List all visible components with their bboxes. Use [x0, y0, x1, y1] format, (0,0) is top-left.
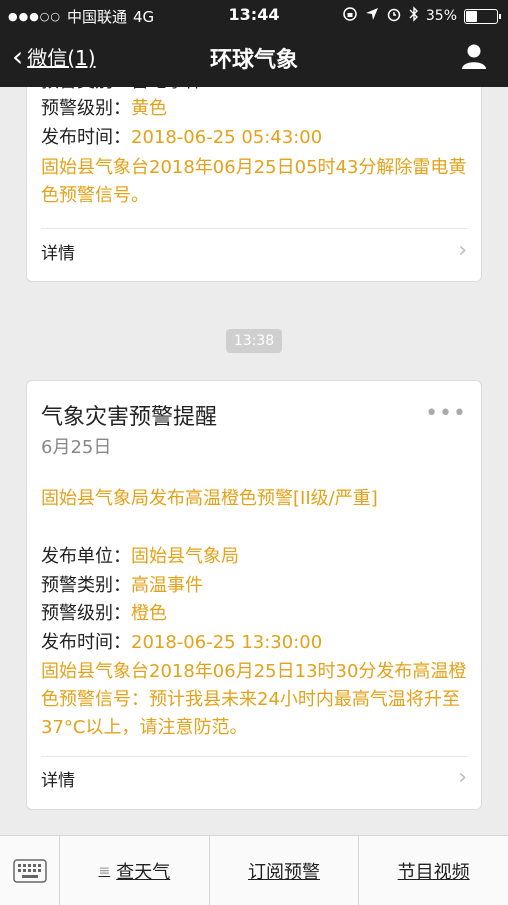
card-title: 气象灾害预警提醒	[41, 405, 218, 430]
menu-label: 查天气	[116, 861, 171, 883]
field-label: 预警级别：	[41, 603, 131, 624]
detail-label: 详情	[41, 771, 75, 791]
menu-videos[interactable]: 节目视频	[359, 836, 508, 905]
battery-icon	[464, 8, 501, 24]
more-options-icon[interactable]: •••	[425, 401, 467, 426]
person-icon	[462, 44, 486, 69]
field-label: 预警级别：	[41, 98, 131, 119]
field-label: 发布时间：	[41, 632, 131, 653]
alert-headline: 固始县气象局发布高温橙色预警[II级/严重]	[41, 488, 378, 509]
alarm-icon	[386, 6, 402, 26]
profile-button[interactable]	[460, 42, 488, 70]
detail-link[interactable]: 详情 ›	[41, 766, 467, 796]
message-list[interactable]: 预警类别：雷电事件 预警级别：黄色 发布时间：2018-06-25 05:43:…	[0, 87, 508, 835]
location-icon	[365, 7, 379, 25]
nav-bar: ‹ 微信(1) 环球气象	[0, 34, 508, 80]
menu-weather[interactable]: ≡ 查天气	[60, 836, 210, 905]
top-bar: ●●●○○ 中国联通 4G 13:44 35% ‹ 微信(1) 环球气象	[0, 0, 508, 87]
keyboard-toggle-button[interactable]	[0, 836, 60, 905]
chevron-right-icon: ›	[458, 765, 467, 790]
menu-label: 节目视频	[397, 861, 470, 883]
time-badge: 13:38	[226, 329, 282, 353]
field-row: 发布单位：固始县气象局	[41, 543, 239, 571]
field-row: 发布时间：2018-06-25 13:30:00	[41, 629, 322, 657]
status-bar: ●●●○○ 中国联通 4G 13:44 35%	[0, 0, 508, 30]
status-right: 35%	[342, 6, 501, 26]
alert-body: 固始县气象台2018年06月25日13时30分发布高温橙色预警信号：预计我县未来…	[41, 661, 467, 738]
keyboard-icon	[12, 858, 47, 883]
alert-card-1[interactable]: 预警类别：雷电事件 预警级别：黄色 发布时间：2018-06-25 05:43:…	[26, 87, 482, 282]
lock-rotation-icon	[342, 6, 358, 26]
field-value: 黄色	[131, 98, 167, 119]
bottom-menu: ≡ 查天气 订阅预警 节目视频	[0, 835, 508, 905]
alert-card-2[interactable]: 气象灾害预警提醒 ••• 6月25日 固始县气象局发布高温橙色预警[II级/严重…	[26, 380, 482, 810]
detail-label: 详情	[41, 244, 75, 264]
page-title: 环球气象	[209, 48, 298, 73]
field-row: 预警类别：高温事件	[41, 572, 203, 600]
field-row: 预警级别：黄色	[41, 95, 167, 123]
field-label: 预警类别：	[41, 575, 131, 596]
divider	[41, 756, 467, 757]
field-label: 发布时间：	[41, 127, 131, 148]
bluetooth-icon	[409, 6, 419, 26]
divider	[41, 228, 467, 229]
field-value: 2018-06-25 05:43:00	[131, 127, 323, 148]
field-value: 橙色	[131, 603, 167, 624]
battery-fill	[466, 10, 477, 22]
field-value: 2018-06-25 13:30:00	[131, 632, 323, 653]
battery-percent: 35%	[425, 8, 457, 24]
card-date: 6月25日	[41, 437, 112, 458]
menu-lines-icon: ≡	[98, 862, 111, 879]
field-row: 发布时间：2018-06-25 05:43:00	[41, 124, 322, 152]
field-value: 固始县气象局	[131, 546, 239, 567]
field-value: 高温事件	[131, 575, 203, 596]
menu-label: 订阅预警	[248, 861, 320, 883]
detail-link[interactable]: 详情 ›	[41, 239, 467, 269]
chevron-right-icon: ›	[458, 238, 467, 263]
field-label: 发布单位：	[41, 546, 131, 567]
field-row: 预警级别：橙色	[41, 600, 167, 628]
alert-body: 固始县气象台2018年06月25日05时43分解除雷电黄色预警信号。	[41, 157, 467, 206]
menu-subscribe[interactable]: 订阅预警	[210, 836, 360, 905]
